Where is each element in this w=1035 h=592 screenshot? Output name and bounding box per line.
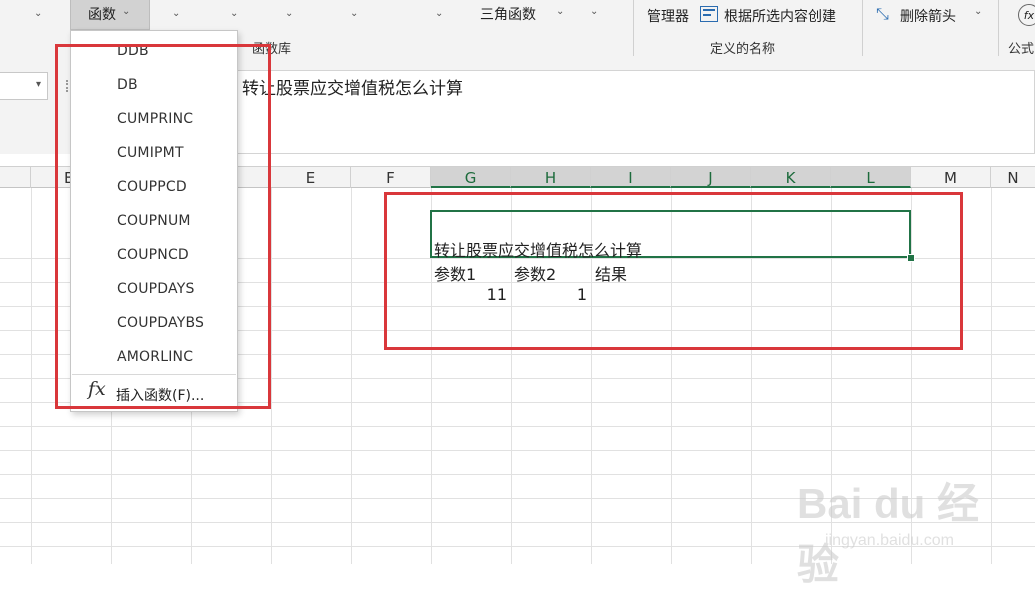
column-header-f[interactable]: F	[351, 167, 431, 188]
column-header-m[interactable]: M	[911, 167, 991, 188]
chevron-down-icon[interactable]: ⌄	[556, 6, 564, 17]
group-separator	[862, 0, 863, 56]
column-header-e[interactable]: E	[271, 167, 351, 188]
formulas-group-label: 公式	[1008, 42, 1035, 57]
functions-button[interactable]: 函数	[88, 4, 116, 24]
chevron-down-icon[interactable]: ⌄	[122, 6, 130, 17]
column-header-i[interactable]: I	[591, 167, 671, 188]
column-header-g[interactable]: G	[431, 167, 511, 188]
defined-names-group-label: 定义的名称	[710, 42, 776, 57]
name-manager-button[interactable]: 管理器	[647, 6, 689, 26]
create-from-selection-button[interactable]: 根据所选内容创建	[724, 6, 836, 26]
column-header-partial[interactable]	[0, 167, 31, 188]
formula-content[interactable]: 转让股票应交增值税怎么计算	[242, 74, 463, 99]
column-header-l[interactable]: L	[831, 167, 911, 188]
column-header-k[interactable]: K	[751, 167, 831, 188]
chevron-down-icon[interactable]: ⌄	[590, 6, 598, 17]
remove-arrows-button[interactable]: 删除箭头	[900, 6, 956, 26]
chevron-down-icon[interactable]: ⌄	[34, 8, 42, 19]
chevron-down-icon[interactable]: ⌄	[285, 8, 293, 19]
annotation-box-cells	[384, 192, 963, 350]
trig-functions-button[interactable]: 三角函数	[480, 4, 536, 24]
watermark-logo: Bai du 经验	[797, 480, 980, 588]
group-separator	[633, 0, 634, 56]
baidu-watermark: Bai du 经验 jingyan.baidu.com	[785, 450, 1015, 588]
chevron-down-icon[interactable]: ⌄	[974, 6, 982, 17]
remove-arrows-icon: ⤡	[876, 4, 889, 23]
chevron-down-icon[interactable]: ⌄	[230, 8, 238, 19]
chevron-down-icon[interactable]: ⌄	[350, 8, 358, 19]
name-box[interactable]: ▾	[0, 72, 48, 100]
chevron-down-icon[interactable]: ⌄	[172, 8, 180, 19]
chevron-down-icon[interactable]: ⌄	[435, 8, 443, 19]
column-header-n[interactable]: N	[991, 167, 1035, 188]
column-header-h[interactable]: H	[511, 167, 591, 188]
chevron-down-icon[interactable]: ▾	[36, 79, 41, 90]
group-separator	[998, 0, 999, 56]
formula-auditing-icon[interactable]: fx	[1018, 4, 1035, 26]
annotation-box-dropdown	[55, 44, 271, 409]
column-header-j[interactable]: J	[671, 167, 751, 188]
create-from-selection-icon	[700, 6, 718, 22]
watermark-url: jingyan.baidu.com	[825, 532, 954, 549]
